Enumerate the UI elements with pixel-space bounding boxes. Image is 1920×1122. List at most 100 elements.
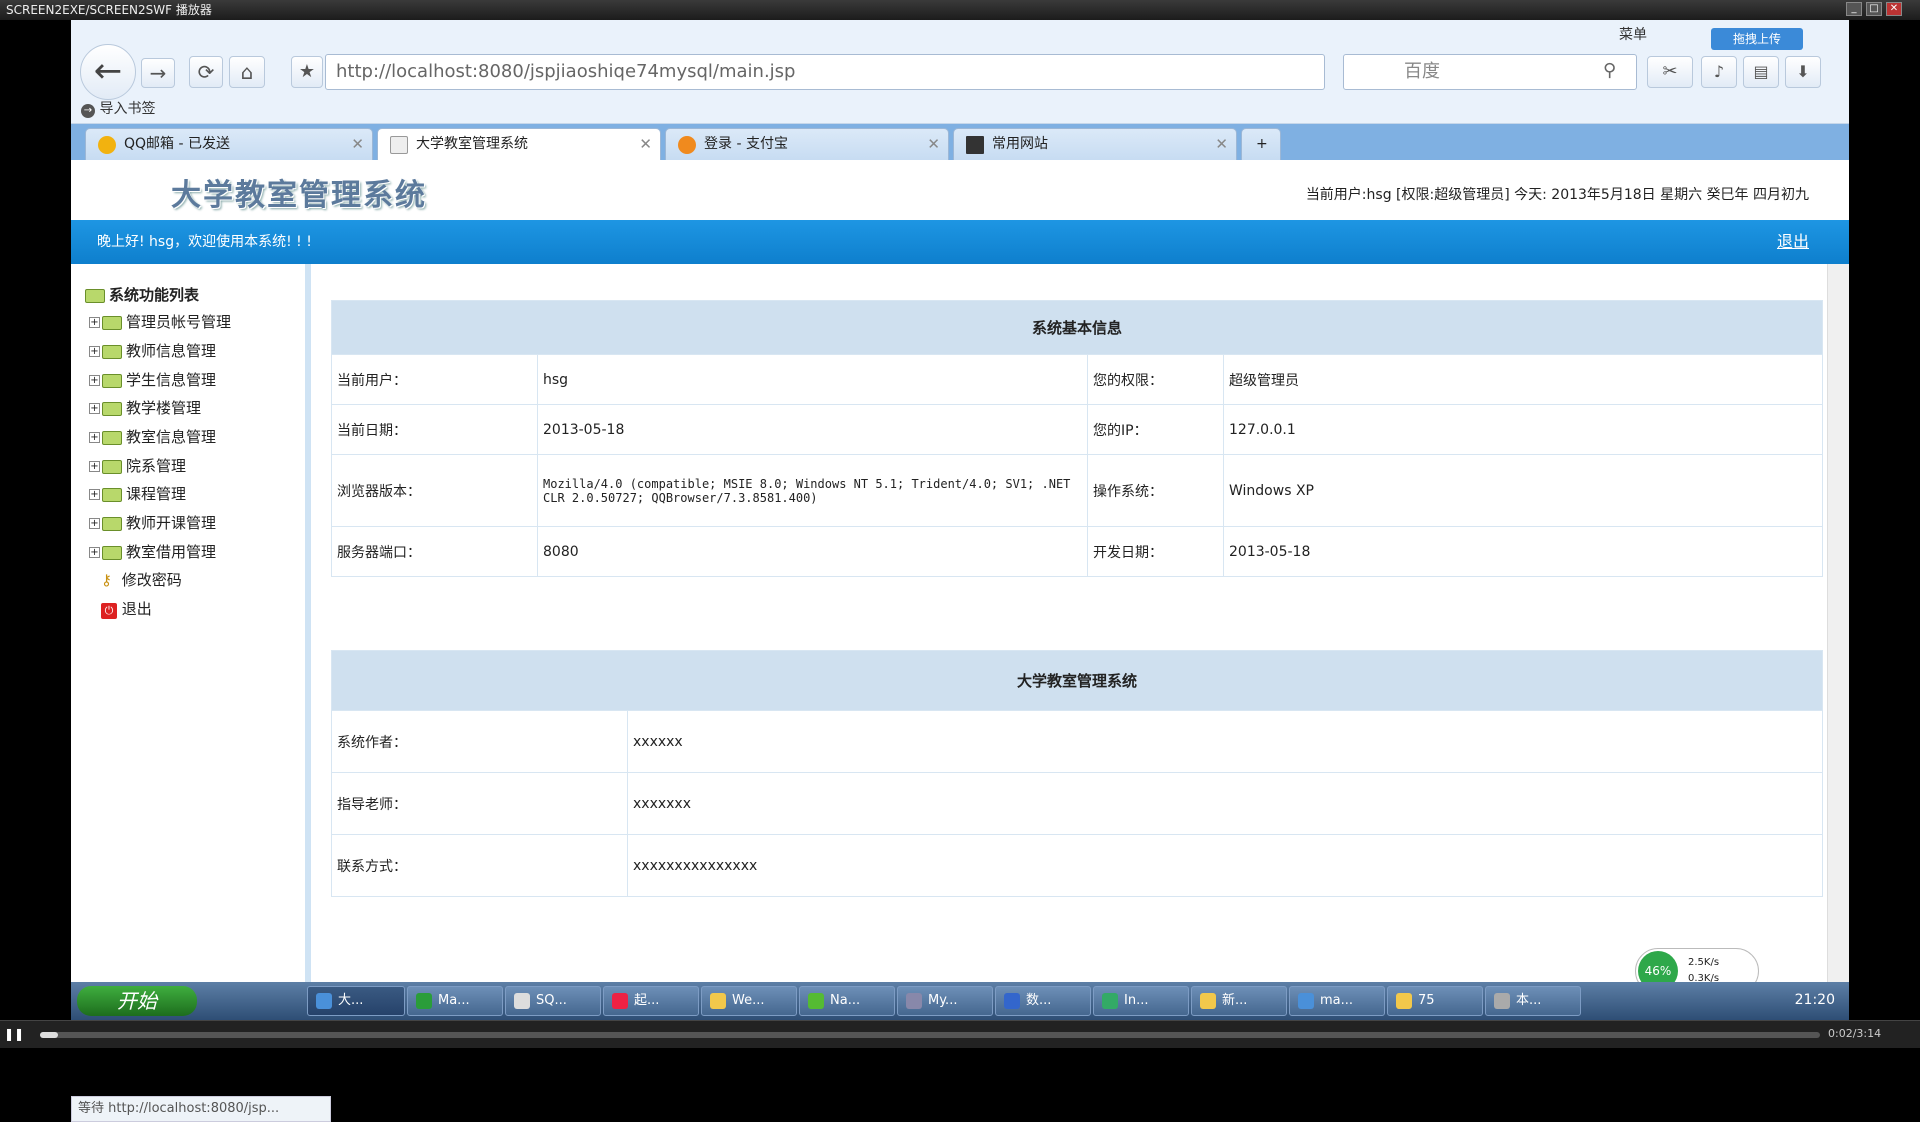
start-button[interactable]: 开始 [77,986,197,1016]
content-area: 系统基本信息 当前用户： hsg 您的权限： 超级管理员 当前日期： 2013-… [317,264,1827,982]
taskbar-item[interactable]: Na... [799,986,895,1016]
close-tab-icon[interactable]: ✕ [1215,129,1228,159]
welcome-text: 晚上好! hsg，欢迎使用本系统! ! ! [97,234,312,250]
tab-common-sites[interactable]: 常用网站 ✕ [953,128,1237,160]
menu-departments[interactable]: + 院系管理 [89,456,186,476]
close-tab-icon[interactable]: ✕ [927,129,940,159]
tree-root[interactable]: 系统功能列表 [85,284,199,305]
tab-alipay[interactable]: 登录 - 支付宝 ✕ [665,128,949,160]
menu-exit[interactable]: ⏻ 退出 [101,599,152,619]
taskbar-item[interactable]: In... [1093,986,1189,1016]
contact: xxxxxxxxxxxxxxx [627,834,1823,897]
folder-icon [102,487,122,502]
back-button[interactable]: ← [80,44,136,100]
maximize-button[interactable]: □ [1866,2,1882,16]
import-icon: → [81,104,95,118]
taskbar-item[interactable]: 本... [1485,986,1581,1016]
reader-icon[interactable]: ▤ [1743,56,1779,88]
menu-button[interactable]: 菜单 [1619,24,1647,44]
expand-icon[interactable]: + [89,346,100,357]
taskbar-item[interactable]: SQ... [505,986,601,1016]
taskbar-item[interactable]: 起... [603,986,699,1016]
search-input[interactable]: 百度 [1343,54,1637,90]
taskbar-item[interactable]: 新... [1191,986,1287,1016]
search-icon[interactable]: ⚲ [1603,60,1616,81]
label: 当前日期： [331,404,538,455]
address-bar[interactable]: http://localhost:8080/jspjiaoshiqe74mysq… [325,54,1325,90]
menu-courses[interactable]: + 课程管理 [89,484,186,504]
close-button[interactable]: ✕ [1886,2,1902,16]
forward-button[interactable]: → [141,58,175,88]
label: 您的权限： [1087,354,1224,405]
expand-icon[interactable]: + [89,547,100,558]
minimize-button[interactable]: _ [1846,2,1862,16]
current-user: hsg [537,354,1088,405]
grid-icon [966,136,984,154]
home-button[interactable]: ⌂ [229,56,265,88]
author: xxxxxx [627,710,1823,773]
taskbar-item[interactable]: My... [897,986,993,1016]
vertical-scrollbar[interactable] [1827,264,1849,982]
app-icon [808,993,824,1009]
folder-icon [102,516,122,531]
app-icon [612,993,628,1009]
label: 开发日期： [1087,526,1224,577]
system-info-table: 系统基本信息 当前用户： hsg 您的权限： 超级管理员 当前日期： 2013-… [331,300,1823,577]
player-title-bar: SCREEN2EXE/SCREEN2SWF 播放器 _ □ ✕ [0,0,1920,20]
folder-icon [102,545,122,560]
taskbar: 开始 大... Ma... SQ... 起... We... Na... My.… [71,982,1849,1020]
expand-icon[interactable]: + [89,375,100,386]
menu-classrooms[interactable]: + 教室信息管理 [89,427,216,447]
new-tab-button[interactable]: + [1241,128,1281,160]
refresh-button[interactable]: ⟳ [189,56,223,88]
about-table: 大学教室管理系统 系统作者： xxxxxx 指导老师： xxxxxxx 联系方式… [331,650,1823,897]
menu-buildings[interactable]: + 教学楼管理 [89,398,201,418]
shield-icon [678,136,696,154]
label: 系统作者： [331,710,628,773]
menu-classroom-borrow[interactable]: + 教室借用管理 [89,542,216,562]
player-controls: ❚❚ 0:02/3:14 [0,1020,1920,1048]
welcome-bar: 晚上好! hsg，欢迎使用本系统! ! ! 退出 [71,220,1849,264]
logout-link[interactable]: 退出 [1777,220,1809,264]
folder-icon [102,430,122,445]
tab-classroom-system[interactable]: 大学教室管理系统 ✕ [377,128,661,160]
permission: 超级管理员 [1223,354,1823,405]
folder-icon [102,459,122,474]
menu-teacher-courses[interactable]: + 教师开课管理 [89,513,216,533]
taskbar-item[interactable]: ma... [1289,986,1385,1016]
folder-icon [102,373,122,388]
progress-track[interactable] [40,1032,1820,1038]
download-icon[interactable]: ⬇ [1785,56,1821,88]
bookmark-row[interactable]: → 导入书签 [81,98,155,118]
taskbar-item[interactable]: 75 [1387,986,1483,1016]
expand-icon[interactable]: + [89,489,100,500]
expand-icon[interactable]: + [89,518,100,529]
expand-icon[interactable]: + [89,317,100,328]
menu-teachers[interactable]: + 教师信息管理 [89,341,216,361]
close-tab-icon[interactable]: ✕ [351,129,364,159]
app-icon [906,993,922,1009]
expand-icon[interactable]: + [89,461,100,472]
key-icon: ⚷ [101,571,112,589]
exit-icon: ⏻ [101,603,117,619]
import-bookmarks-link[interactable]: 导入书签 [99,101,155,117]
upload-button[interactable]: 拖拽上传 [1711,28,1803,50]
browser-toolbar: ← → ⟳ ⌂ ★ http://localhost:8080/jspjiaos… [71,20,1849,124]
taskbar-item[interactable]: 大... [307,986,405,1016]
taskbar-item[interactable]: 数... [995,986,1091,1016]
tab-qq-mail[interactable]: QQ邮箱 - 已发送 ✕ [85,128,373,160]
menu-students[interactable]: + 学生信息管理 [89,370,216,390]
expand-icon[interactable]: + [89,432,100,443]
menu-admin-accounts[interactable]: + 管理员帐号管理 [89,312,231,332]
speaker-icon[interactable]: ♪ [1701,56,1737,88]
taskbar-item[interactable]: Ma... [407,986,503,1016]
close-tab-icon[interactable]: ✕ [639,129,652,159]
star-icon[interactable]: ★ [291,56,323,88]
label: 浏览器版本： [331,454,538,527]
menu-change-password[interactable]: ⚷ 修改密码 [101,570,182,590]
expand-icon[interactable]: + [89,403,100,414]
label: 当前用户： [331,354,538,405]
pause-icon[interactable]: ❚❚ [4,1027,24,1041]
scissors-icon[interactable]: ✂ [1647,56,1693,88]
taskbar-item[interactable]: We... [701,986,797,1016]
